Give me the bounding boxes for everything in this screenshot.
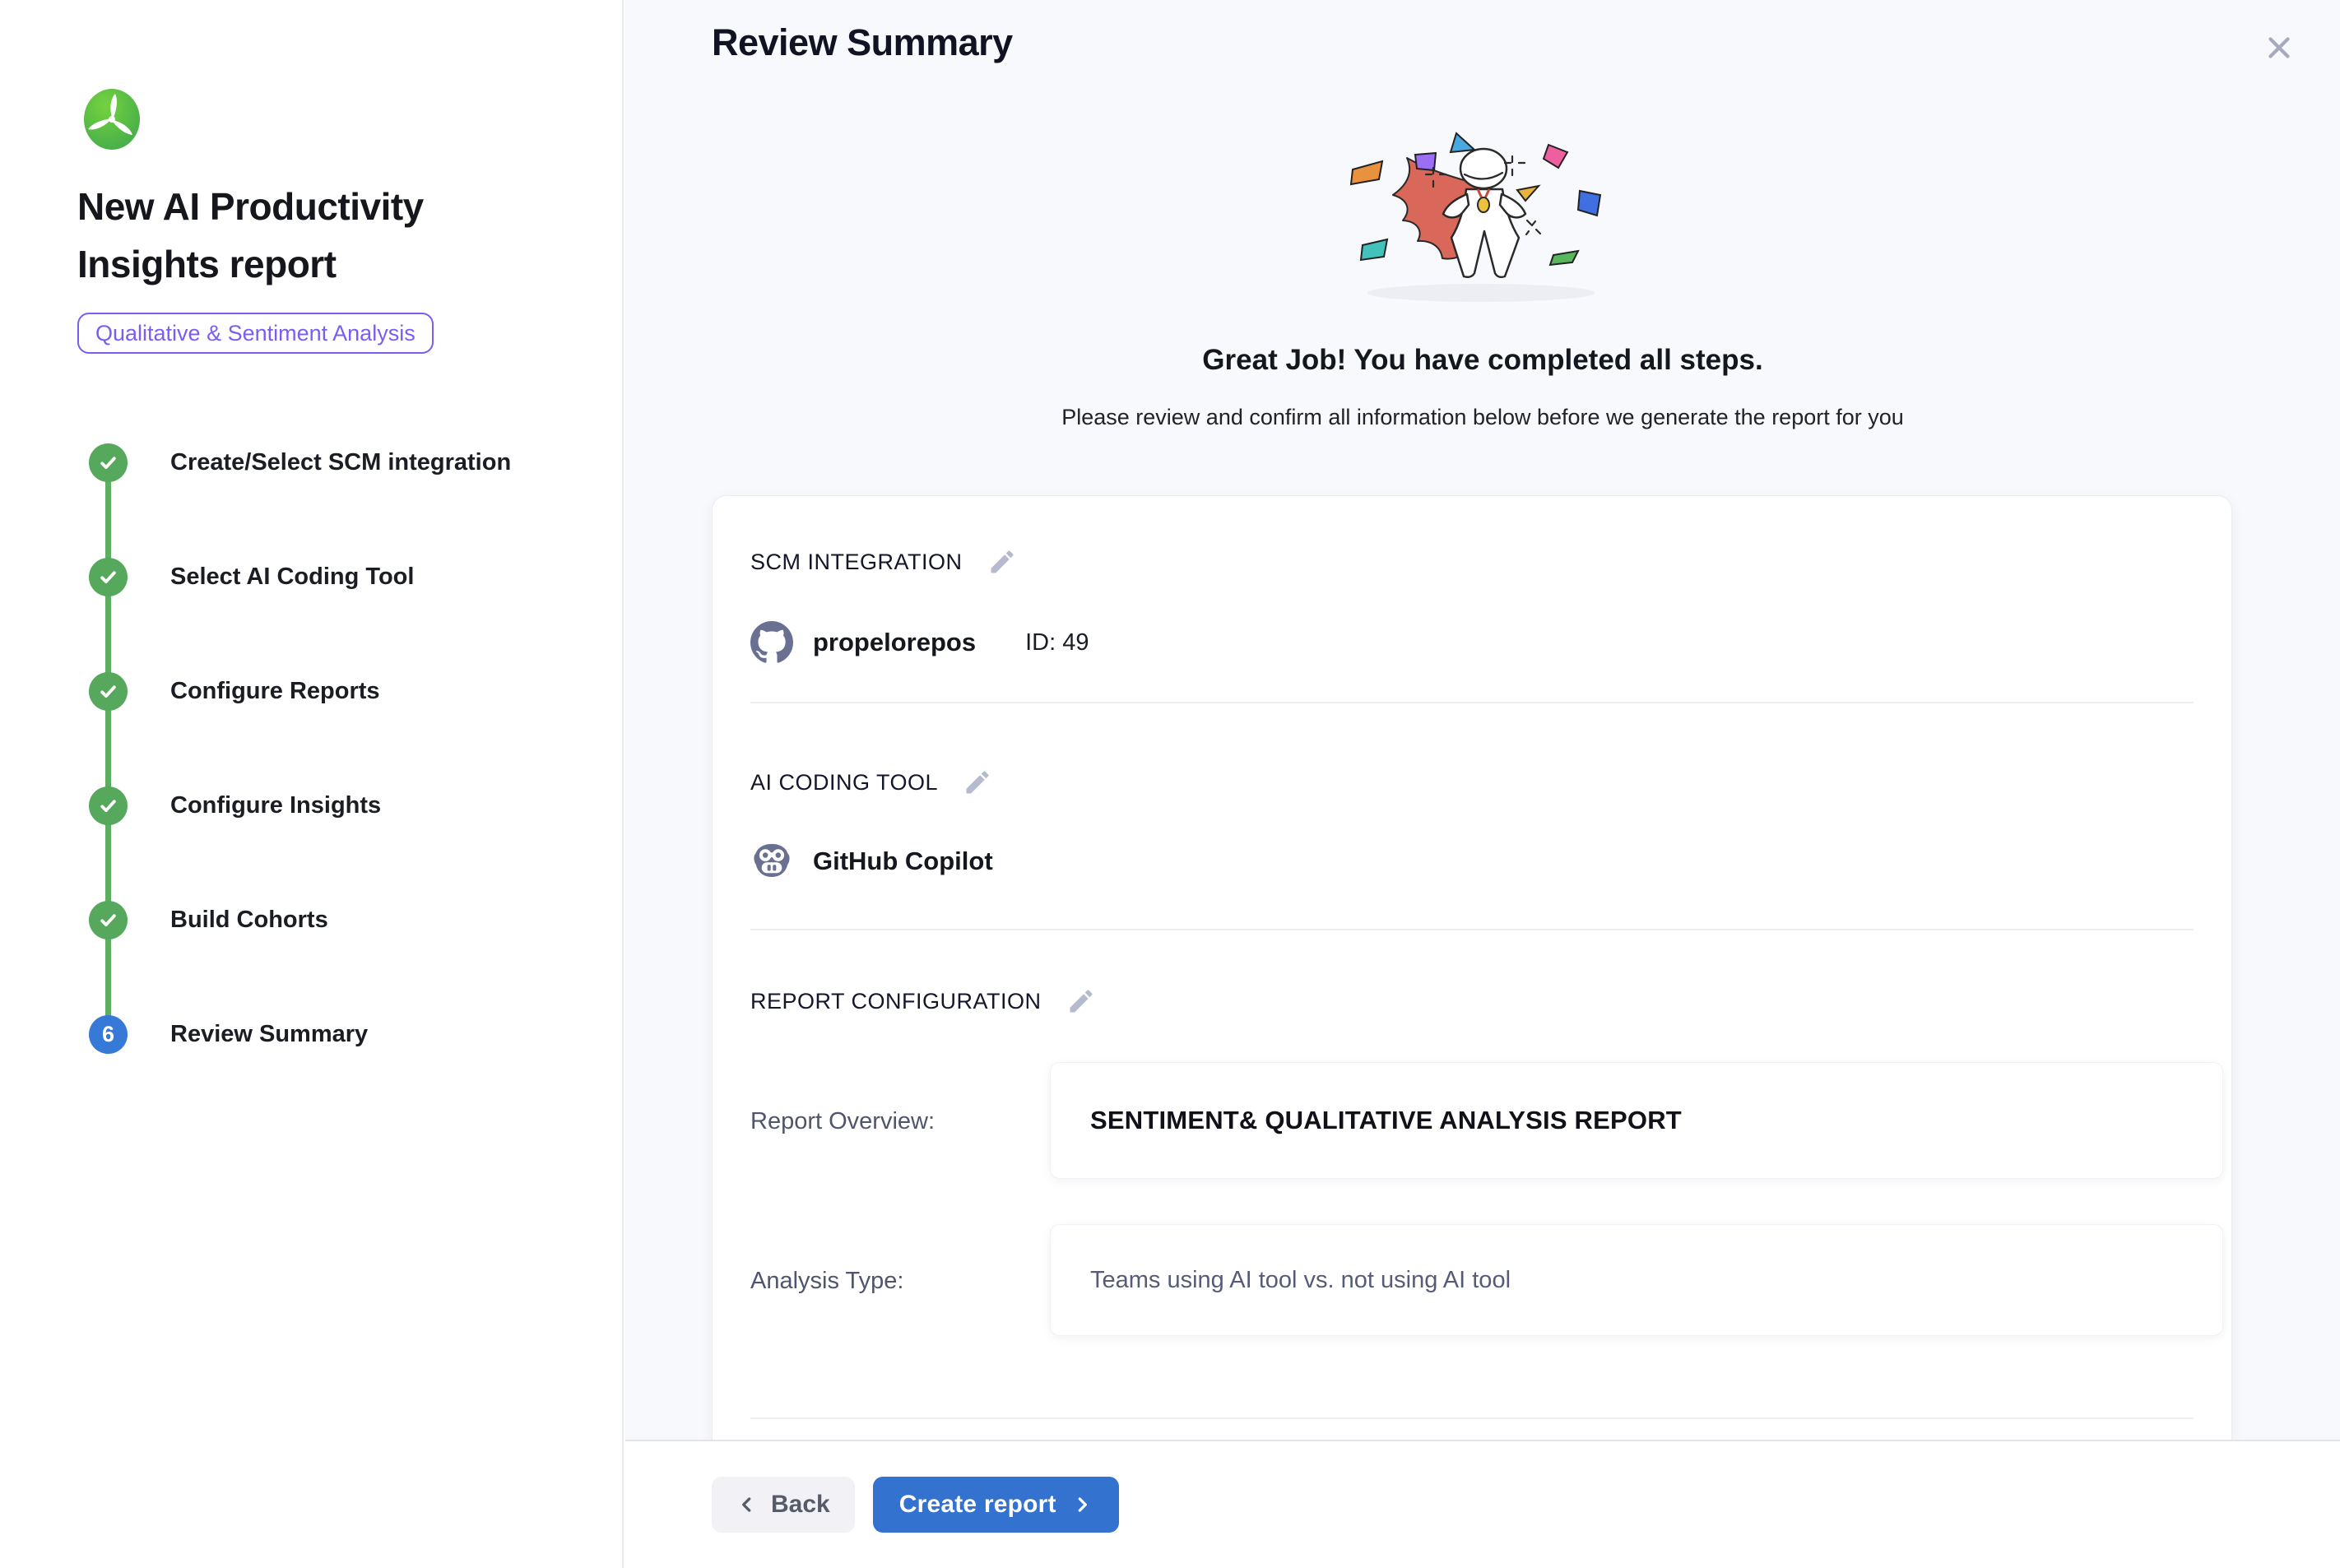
stepper-connector-line	[105, 462, 111, 1034]
create-report-button[interactable]: Create report	[873, 1477, 1119, 1533]
review-summary-panel: Review Summary	[625, 0, 2340, 1568]
edit-scm-integration-button[interactable]	[987, 547, 1017, 577]
step-select-ai-coding-tool[interactable]: Select AI Coding Tool	[89, 558, 414, 596]
step-complete-circle	[89, 786, 128, 825]
github-icon	[750, 621, 793, 664]
step-label: Review Summary	[170, 1021, 368, 1048]
step-configure-insights[interactable]: Configure Insights	[89, 786, 381, 825]
ai-coding-tool-name: GitHub Copilot	[813, 847, 993, 876]
report-overview-label: Report Overview:	[750, 1108, 935, 1135]
section-label: SCM INTEGRATION	[750, 550, 963, 575]
step-complete-circle	[89, 672, 128, 711]
report-overview-value: SENTIMENT& QUALITATIVE ANALYSIS REPORT	[1050, 1062, 2223, 1179]
edit-report-configuration-button[interactable]	[1066, 986, 1096, 1016]
step-complete-circle	[89, 901, 128, 939]
check-icon	[97, 795, 119, 817]
page-title: Review Summary	[712, 21, 1013, 64]
create-report-button-label: Create report	[899, 1491, 1056, 1519]
section-divider	[750, 929, 2194, 930]
chevron-left-icon	[736, 1494, 758, 1515]
close-icon	[2262, 30, 2296, 65]
pencil-icon	[987, 547, 1017, 577]
analysis-type-value: Teams using AI tool vs. not using AI too…	[1050, 1224, 2223, 1336]
wizard-sidebar: New AI Productivity Insights report Qual…	[0, 0, 624, 1568]
step-configure-reports[interactable]: Configure Reports	[89, 672, 380, 711]
chevron-right-icon	[1071, 1494, 1093, 1515]
step-create-select-scm-integration[interactable]: Create/Select SCM integration	[89, 443, 511, 482]
propeller-logo	[82, 87, 142, 155]
analysis-type-label: Analysis Type:	[750, 1268, 903, 1295]
back-button-label: Back	[771, 1491, 830, 1519]
section-label: AI CODING TOOL	[750, 770, 938, 796]
step-complete-circle	[89, 443, 128, 482]
step-number: 6	[102, 1022, 114, 1047]
step-label: Build Cohorts	[170, 907, 328, 934]
wizard-footer: Back Create report	[625, 1440, 2340, 1568]
step-label: Configure Insights	[170, 792, 381, 819]
check-icon	[97, 566, 119, 588]
success-message: Great Job! You have completed all steps.	[625, 344, 2340, 377]
scm-integration-id: ID: 49	[1025, 629, 1089, 656]
ai-coding-tool-value-row: GitHub Copilot	[750, 840, 993, 883]
scm-integration-name: propelorepos	[813, 628, 976, 657]
check-icon	[97, 452, 119, 474]
step-label: Create/Select SCM integration	[170, 449, 511, 476]
step-current-circle: 6	[89, 1015, 128, 1054]
section-label: REPORT CONFIGURATION	[750, 989, 1042, 1014]
step-build-cohorts[interactable]: Build Cohorts	[89, 901, 328, 939]
step-label: Select AI Coding Tool	[170, 564, 414, 591]
section-divider	[750, 702, 2194, 703]
celebration-superhero-illustration	[1308, 122, 1654, 323]
pencil-icon	[963, 768, 992, 797]
scm-integration-value-row: propelorepos ID: 49	[750, 621, 1089, 664]
section-divider	[750, 1417, 2194, 1419]
report-configuration-section-header: REPORT CONFIGURATION	[750, 986, 1096, 1016]
edit-ai-coding-tool-button[interactable]	[963, 768, 992, 797]
copilot-icon	[750, 840, 793, 883]
report-type-badge: Qualitative & Sentiment Analysis	[77, 313, 434, 354]
scm-integration-section-header: SCM INTEGRATION	[750, 547, 1017, 577]
ai-coding-tool-section-header: AI CODING TOOL	[750, 768, 992, 797]
step-review-summary[interactable]: 6 Review Summary	[89, 1015, 368, 1054]
check-icon	[97, 680, 119, 703]
check-icon	[97, 909, 119, 931]
close-button[interactable]	[2259, 28, 2299, 67]
pencil-icon	[1066, 986, 1096, 1016]
summary-card: SCM INTEGRATION propelorepos ID: 49 AI C…	[712, 495, 2232, 1482]
step-complete-circle	[89, 558, 128, 596]
back-button[interactable]: Back	[712, 1477, 855, 1533]
success-subtitle: Please review and confirm all informatio…	[625, 405, 2340, 430]
report-title: New AI Productivity Insights report	[77, 178, 571, 293]
step-label: Configure Reports	[170, 678, 380, 705]
